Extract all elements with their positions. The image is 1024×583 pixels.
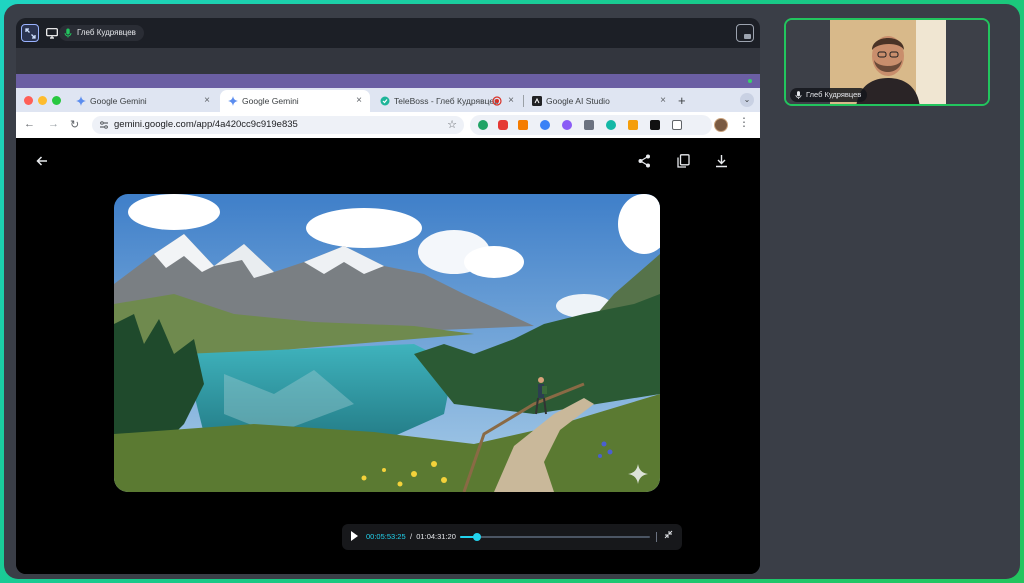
address-bar[interactable]: gemini.google.com/app/4a420cc9c919e835 ☆ <box>92 116 464 134</box>
reload-button[interactable]: ↻ <box>70 118 79 131</box>
browser-toolbar: ← → ↻ gemini.google.com/app/4a420cc9c919… <box>16 112 760 138</box>
tab-teleboss[interactable]: TeleBoss - Глеб Кудрявцев × <box>372 90 522 112</box>
forward-icon: → <box>48 118 59 130</box>
blue-extension-icon[interactable] <box>540 120 550 130</box>
expand-button[interactable] <box>21 24 39 42</box>
gemini-icon <box>228 96 238 106</box>
more-menu-icon[interactable]: ⋮ <box>738 115 750 129</box>
site-settings-icon <box>100 121 108 129</box>
url-text: gemini.google.com/app/4a420cc9c919e835 <box>114 119 298 130</box>
tab-title: TeleBoss - Глеб Кудрявцев <box>394 96 499 106</box>
back-icon: ← <box>24 118 35 130</box>
generated-image[interactable] <box>114 194 660 492</box>
time-separator: / <box>410 532 413 541</box>
total-duration: 01:04:31:20 <box>416 532 456 541</box>
forward-button[interactable]: → <box>48 118 59 130</box>
shield-extension-icon[interactable] <box>584 120 594 130</box>
back-arrow-icon[interactable] <box>36 155 48 167</box>
share-header: Глеб Кудрявцев <box>16 18 760 48</box>
tab-close-button[interactable]: × <box>660 95 666 106</box>
tab-close-button[interactable]: × <box>356 95 362 106</box>
power-extension-icon[interactable] <box>478 120 488 130</box>
participant-name: Глеб Кудрявцев <box>806 90 862 99</box>
x-extension-icon[interactable] <box>650 120 660 130</box>
copy-icon[interactable] <box>677 154 690 168</box>
tab-title: Google Gemini <box>242 96 299 106</box>
bookmark-star-icon[interactable]: ☆ <box>447 116 457 134</box>
download-icon[interactable] <box>715 154 728 168</box>
tab-google-ai-studio[interactable]: Google AI Studio × <box>524 90 674 112</box>
webcam-tile[interactable]: Глеб Кудрявцев <box>784 18 990 106</box>
image-viewer: 00:05:53:25 / 01:04:31:20 <box>16 138 760 574</box>
expand-icon <box>24 27 36 39</box>
monitor-icon <box>46 27 58 39</box>
gemini-icon <box>76 96 86 106</box>
controls-divider <box>656 532 657 542</box>
tab-google-gemini-2[interactable]: Google Gemini × <box>220 90 370 112</box>
minimize-window-button[interactable] <box>38 96 47 105</box>
tab-title: Google Gemini <box>90 96 147 106</box>
puzzle-extensions-icon[interactable] <box>672 120 682 130</box>
participant-name-badge: Глеб Кудрявцев <box>790 88 868 102</box>
seek-bar[interactable] <box>460 533 650 541</box>
teleboss-icon <box>380 96 390 106</box>
profile-avatar[interactable] <box>714 118 728 132</box>
tab-strip: Google Gemini × Google Gemini × TeleBoss… <box>16 88 760 112</box>
back-button[interactable]: ← <box>24 118 35 130</box>
ai-studio-icon <box>532 96 542 106</box>
tab-title: Google AI Studio <box>546 96 610 106</box>
picture-in-picture-button[interactable] <box>736 24 754 42</box>
share-spacer <box>16 48 760 74</box>
close-window-button[interactable] <box>24 96 33 105</box>
play-button[interactable] <box>351 531 358 541</box>
play-extension-icon[interactable] <box>606 120 616 130</box>
badge-extension-icon[interactable] <box>628 120 638 130</box>
elapsed-time: 00:05:53:25 <box>366 532 406 541</box>
chevron-down-icon: ⌄ <box>743 95 751 104</box>
red-extension-icon[interactable] <box>498 120 508 130</box>
tab-search-button[interactable]: ⌄ <box>740 93 754 107</box>
new-tab-button[interactable]: + <box>678 93 686 108</box>
seek-handle[interactable] <box>473 533 482 541</box>
share-icon[interactable] <box>638 154 651 168</box>
status-dot <box>748 79 752 83</box>
window-title-bar <box>16 74 760 88</box>
tab-close-button[interactable]: × <box>508 95 514 106</box>
maximize-window-button[interactable] <box>52 96 61 105</box>
total-time: / 01:04:31:20 <box>410 532 456 541</box>
conference-app: Глеб Кудрявцев Google Gemini × Google Ge… <box>4 4 1020 579</box>
exit-fullscreen-button[interactable] <box>664 530 673 541</box>
extensions-bar <box>470 115 712 135</box>
video-controls: 00:05:53:25 / 01:04:31:20 <box>342 524 682 550</box>
tab-google-gemini-1[interactable]: Google Gemini × <box>68 90 218 112</box>
browser-window: Google Gemini × Google Gemini × TeleBoss… <box>16 74 760 574</box>
landscape-image <box>114 194 660 492</box>
feather-extension-icon[interactable] <box>562 120 572 130</box>
recording-icon <box>492 96 502 106</box>
collapse-icon <box>664 530 673 539</box>
presenter-name: Глеб Кудрявцев <box>77 28 136 37</box>
microphone-icon <box>795 91 802 99</box>
presenter-name-pill: Глеб Кудрявцев <box>59 25 144 41</box>
tab-close-button[interactable]: × <box>204 95 210 106</box>
screen-share-panel: Глеб Кудрявцев Google Gemini × Google Ge… <box>16 18 760 574</box>
reload-icon: ↻ <box>70 119 80 131</box>
fox-extension-icon[interactable] <box>518 120 528 130</box>
microphone-icon <box>64 28 72 38</box>
